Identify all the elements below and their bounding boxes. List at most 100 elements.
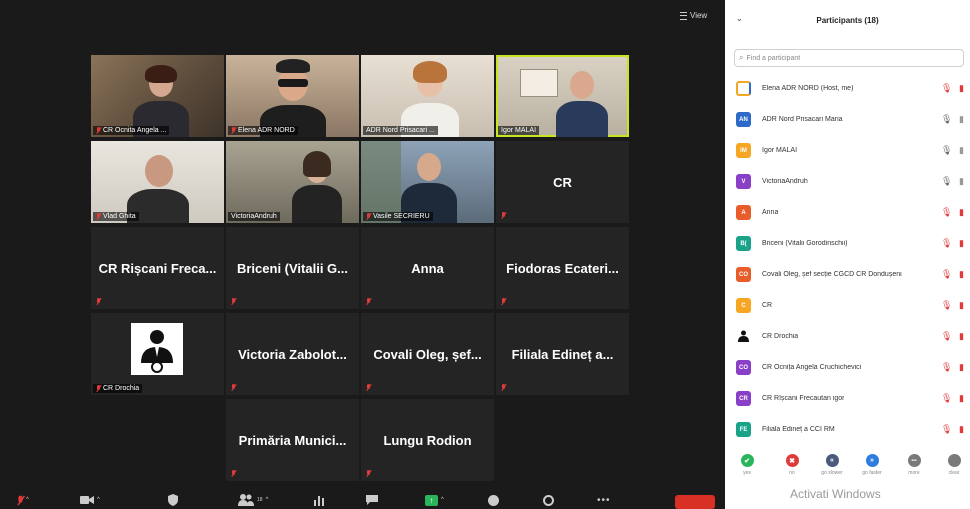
more-button[interactable]: ••• xyxy=(597,492,611,508)
logo-tile[interactable]: CR Drochia xyxy=(91,313,224,395)
mic-muted-icon xyxy=(96,213,101,220)
mic-muted-icon[interactable]: 🎙 xyxy=(941,393,952,404)
participants-button[interactable]: 18 ^ xyxy=(238,492,268,508)
participant-row[interactable]: AN ADR Nord Prisacari Maria 🎙 ▮ xyxy=(725,104,970,135)
search-icon: ⌕ xyxy=(739,53,744,62)
chevron-down-icon[interactable]: ⌄ xyxy=(736,14,743,23)
name-tile[interactable]: Briceni (Vitalii G... xyxy=(226,227,359,309)
name-tile[interactable]: Anna xyxy=(361,227,494,309)
participant-row[interactable]: FE Filiala Edineț a CCI RM 🎙 ▮ xyxy=(725,414,970,445)
mic-muted-icon[interactable]: 🎙 xyxy=(941,362,952,373)
reaction-clear[interactable]: clear xyxy=(940,454,968,476)
participants-icon xyxy=(238,494,254,506)
video-tile[interactable]: Elena ADR NORD xyxy=(226,55,359,137)
name-tile[interactable]: Covali Oleg, șef... xyxy=(361,313,494,395)
tile-participant-name: Briceni (Vitalii G... xyxy=(236,260,348,276)
more-icon: ••• xyxy=(597,494,611,506)
cr-drochia-logo xyxy=(131,323,183,375)
search-placeholder: Find a participant xyxy=(746,54,801,62)
mic-icon[interactable]: 🎙 xyxy=(941,145,952,156)
participant-row[interactable]: CR Drochia 🎙 ▮ xyxy=(725,321,970,352)
participants-panel: ⌄ Participants (18) ⌕ Find a participant… xyxy=(725,0,970,509)
video-button[interactable]: ^ xyxy=(80,492,100,508)
name-tile[interactable]: CR Rișcani Freca... xyxy=(91,227,224,309)
reaction-go-faster[interactable]: » go faster xyxy=(858,454,886,476)
smiley-icon xyxy=(543,494,554,506)
polls-button[interactable] xyxy=(313,492,325,508)
participant-row[interactable]: A Anna 🎙 ▮ xyxy=(725,197,970,228)
mic-muted-icon[interactable]: 🎙 xyxy=(941,238,952,249)
mic-muted-icon[interactable]: 🎙 xyxy=(941,83,952,94)
video-tile[interactable]: Vasile SECRIERU xyxy=(361,141,494,223)
participant-row[interactable]: CR CR Rîșcani Frecautan igor 🎙 ▮ xyxy=(725,383,970,414)
mic-muted-icon xyxy=(366,470,371,477)
chevron-up-icon[interactable]: ^ xyxy=(266,497,269,503)
mic-icon[interactable]: 🎙 xyxy=(941,176,952,187)
participant-row[interactable]: CO Covali Oleg, șef secție CGCD CR Dondu… xyxy=(725,259,970,290)
view-button-label: View xyxy=(690,11,708,20)
participant-row[interactable]: V VictoriaAndruh 🎙 ▮ xyxy=(725,166,970,197)
participant-list: Elena ADR NORD (Host, me) 🎙 ▮ AN ADR Nor… xyxy=(725,73,970,445)
mic-muted-icon[interactable]: 🎙 xyxy=(941,300,952,311)
video-tile-active-speaker[interactable]: Igor MALAI xyxy=(496,55,629,137)
mute-button[interactable]: ^ xyxy=(18,492,29,508)
view-button[interactable]: View xyxy=(680,11,707,20)
mic-icon[interactable]: 🎙 xyxy=(941,114,952,125)
tile-name-label: Vlad Ghita xyxy=(93,212,139,221)
video-tile[interactable]: CR Ocnita Angela ... xyxy=(91,55,224,137)
video-tile[interactable]: VictoriaAndruh xyxy=(226,141,359,223)
name-tile[interactable]: Victoria Zabolot... xyxy=(226,313,359,395)
chevron-up-icon[interactable]: ^ xyxy=(441,497,444,503)
name-tile[interactable]: CR xyxy=(496,141,629,223)
panel-title: Participants (18) xyxy=(816,15,879,25)
video-tile[interactable]: ADR Nord Prisacari ... xyxy=(361,55,494,137)
avatar: A xyxy=(736,205,751,220)
mic-muted-icon[interactable]: 🎙 xyxy=(941,269,952,280)
mic-muted-icon xyxy=(231,384,236,391)
chat-button[interactable] xyxy=(366,492,378,508)
security-button[interactable] xyxy=(168,492,178,508)
mic-muted-icon xyxy=(366,213,371,220)
participant-name: CR Ocnița Angela Cruchichevici xyxy=(762,364,862,371)
name-tile[interactable]: Primăria Munici... xyxy=(226,399,359,481)
name-tile[interactable]: Lungu Rodion xyxy=(361,399,494,481)
record-button[interactable] xyxy=(488,492,499,508)
tile-name-label: CR Drochia xyxy=(93,384,143,393)
video-tile[interactable]: Vlad Ghita xyxy=(91,141,224,223)
video-off-icon: ▮ xyxy=(959,207,964,217)
name-tile[interactable]: Filiala Edineț a... xyxy=(496,313,629,395)
chevron-up-icon[interactable]: ^ xyxy=(97,497,100,503)
reaction-yes[interactable]: ✔ yes xyxy=(733,454,761,476)
participant-row[interactable]: B( Briceni (Vitalii Gorodinschii) 🎙 ▮ xyxy=(725,228,970,259)
participant-name: CR Rîșcani Frecautan igor xyxy=(762,395,845,402)
tile-participant-name: Lungu Rodion xyxy=(383,432,472,448)
participant-row[interactable]: Elena ADR NORD (Host, me) 🎙 ▮ xyxy=(725,73,970,104)
tile-name-label: VictoriaAndruh xyxy=(228,212,280,221)
participant-search-input[interactable]: ⌕ Find a participant xyxy=(734,49,964,67)
video-off-icon: ▮ xyxy=(959,331,964,341)
mic-muted-icon xyxy=(96,298,101,305)
participant-name: Filiala Edineț a CCI RM xyxy=(762,426,835,433)
end-meeting-button[interactable] xyxy=(675,495,715,509)
reaction-more[interactable]: ••• more xyxy=(900,454,928,476)
chat-icon xyxy=(366,495,378,505)
fast-forward-icon: » xyxy=(865,454,879,467)
chevron-up-icon[interactable]: ^ xyxy=(26,497,29,503)
gallery-icon xyxy=(680,11,687,20)
windows-activation-watermark: Activati Windows xyxy=(790,487,881,501)
rewind-icon: « xyxy=(825,454,839,467)
participant-row[interactable]: CO CR Ocnița Angela Cruchichevici 🎙 ▮ xyxy=(725,352,970,383)
participant-row[interactable]: IM Igor MALAI 🎙 ▮ xyxy=(725,135,970,166)
reactions-button[interactable] xyxy=(543,492,554,508)
mic-muted-icon[interactable]: 🎙 xyxy=(941,424,952,435)
cr-drochia-avatar-icon xyxy=(736,329,751,344)
participant-row[interactable]: C CR 🎙 ▮ xyxy=(725,290,970,321)
name-tile[interactable]: Fiodoras Ecateri... xyxy=(496,227,629,309)
share-screen-button[interactable]: ↑ ^ xyxy=(425,492,444,508)
reaction-no[interactable]: ✖ no xyxy=(778,454,806,476)
mic-muted-icon xyxy=(501,384,506,391)
mic-muted-icon[interactable]: 🎙 xyxy=(941,207,952,218)
reaction-go-slower[interactable]: « go slower xyxy=(818,454,846,476)
mic-muted-icon[interactable]: 🎙 xyxy=(941,331,952,342)
video-off-icon: ▮ xyxy=(959,114,964,124)
